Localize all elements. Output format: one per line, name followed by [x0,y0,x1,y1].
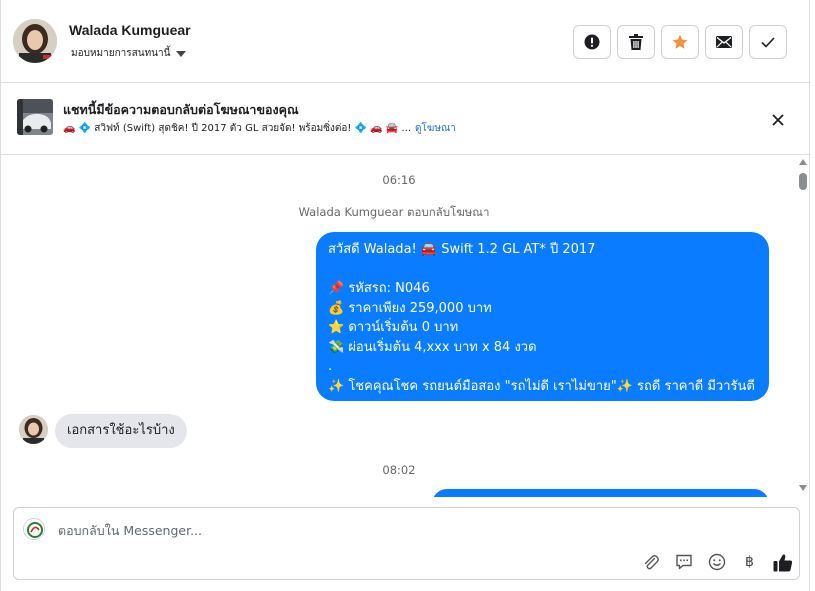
scroll-down-arrow-icon[interactable] [799,485,807,491]
thumbs-up-icon [773,553,792,571]
ad-banner-title: แชทนี้มีข้อความตอบกลับต่อโฆษณาของคุณ [63,102,299,117]
mail-icon [716,36,732,48]
close-banner-button[interactable] [767,109,789,131]
check-icon [761,36,775,48]
composer-tools: ฿ [640,552,793,572]
chat-bubble-icon [675,554,692,570]
ad-preview-text: 🚗 💠 สวิฟท์ (Swift) สุดชิค! ปี 2017 ตัว G… [63,123,412,134]
header-actions [573,25,787,59]
emoji-button[interactable] [706,552,727,572]
assign-conversation-dropdown[interactable]: มอบหมายการสนทนานี้ [71,46,187,61]
message-thread: 06:16 Walada Kumguear ตอบกลับโฆษณา สวัสด… [1,155,797,497]
trash-icon [629,34,643,50]
ad-reply-note: Walada Kumguear ตอบกลับโฆษณา [298,205,490,219]
message-line: สวัสดี Walada! 🚘 Swift 1.2 GL AT* ปี 201… [328,242,596,257]
close-icon [772,114,784,126]
scroll-up-arrow-icon[interactable] [799,159,807,165]
spam-icon [584,34,600,50]
outgoing-message-bubble[interactable]: สวัสดี Walada! 🚘 Swift 1.2 GL AT* ปี 201… [316,232,769,401]
message-line-blank [328,260,757,280]
outgoing-message-bubble[interactable] [432,489,769,497]
conversation-panel: Walada Kumguear มอบหมายการสนทนานี้ แชทนี… [0,0,811,591]
mark-done-button[interactable] [749,25,787,59]
payment-button[interactable]: ฿ [739,552,760,572]
message-line: 📌 รหัสรถ: N046 [328,281,430,296]
saved-replies-button[interactable] [673,552,694,572]
message-line: 💰 ราคาเพียง 259,000 บาท [328,300,492,316]
baht-icon: ฿ [745,554,754,570]
message-line: . [328,359,333,374]
paperclip-icon [644,555,659,570]
star-button[interactable] [661,25,699,59]
incoming-message-bubble[interactable]: เอกสารใช้อะไรบ้าง [55,414,187,448]
caret-down-icon [176,50,187,57]
ad-preview-row: 🚗 💠 สวิฟท์ (Swift) สุดชิค! ปี 2017 ตัว G… [63,121,456,136]
page-avatar [23,518,45,540]
timestamp: 08:02 [382,463,416,477]
message-line: 💸 ผ่อนเริ่มต้น 4,xxx บาท x 84 งวด [328,339,537,355]
ad-reply-banner: แชทนี้มีข้อความตอบกลับต่อโฆษณาของคุณ 🚗 💠… [1,83,811,155]
thread-scrollbar[interactable] [797,155,811,497]
message-line: ✨ โชคคุณโชค รถยนต์มือสอง "รถไม่ดี เราไม่… [328,378,755,394]
conversation-header: Walada Kumguear มอบหมายการสนทนานี้ [1,0,811,83]
scrollbar-thumb[interactable] [799,173,807,190]
star-icon [672,34,688,49]
mark-unread-button[interactable] [705,25,743,59]
delete-button[interactable] [617,25,655,59]
contact-name[interactable]: Walada Kumguear [69,22,191,38]
ad-thumbnail [17,99,53,135]
reply-input[interactable] [58,520,758,540]
sender-avatar[interactable] [19,415,48,444]
timestamp: 06:16 [382,173,416,187]
message-line: ⭐ ดาวน์เริ่มต้น 0 บาท [328,320,459,335]
view-ad-link[interactable]: ดูโฆษณา [415,121,456,136]
message-composer: ฿ [13,507,800,580]
contact-avatar[interactable] [13,19,57,63]
mark-spam-button[interactable] [573,25,611,59]
smiley-icon [708,553,725,571]
assign-label: มอบหมายการสนทนานี้ [71,48,171,59]
attach-button[interactable] [640,552,661,572]
like-button[interactable] [772,552,793,572]
